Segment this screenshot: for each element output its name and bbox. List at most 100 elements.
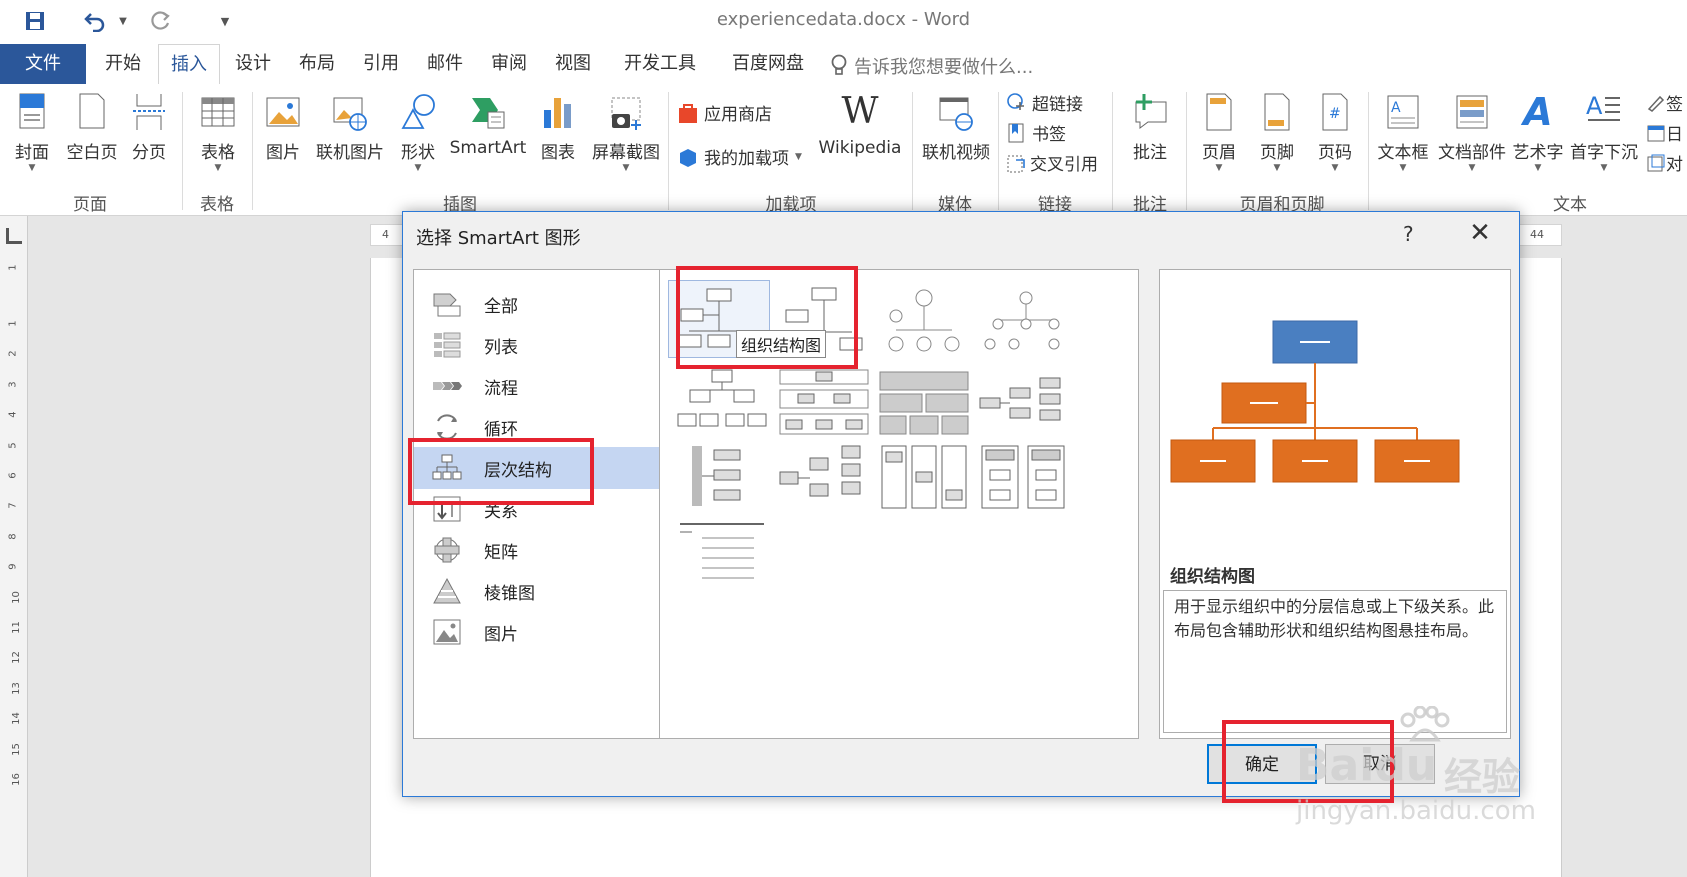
quick-parts-button[interactable]: 文档部件 ▼ bbox=[1436, 92, 1508, 173]
blank-page-button[interactable]: 空白页 bbox=[60, 92, 124, 163]
ruler-number: 5 bbox=[7, 441, 19, 449]
wikipedia-button[interactable]: W Wikipedia bbox=[812, 92, 908, 159]
page-number-button[interactable]: # 页码 ▼ bbox=[1308, 92, 1362, 173]
svg-text:#: # bbox=[1329, 106, 1341, 122]
ruler-number: 11 bbox=[10, 621, 22, 634]
ribbon-separator bbox=[668, 92, 669, 210]
preview-title: 组织结构图 bbox=[1170, 567, 1255, 587]
layout-hierarchy-list[interactable] bbox=[674, 442, 770, 512]
addins-icon bbox=[680, 148, 696, 167]
cycle-icon bbox=[437, 414, 457, 440]
layout-half-circle-org-chart[interactable] bbox=[874, 284, 974, 364]
tab-stop-selector[interactable] bbox=[6, 228, 22, 244]
layout-circle-picture-hierarchy[interactable] bbox=[976, 284, 1076, 364]
ruler-number: 13 bbox=[10, 681, 22, 695]
shapes-button[interactable]: 形状 ▼ bbox=[392, 92, 444, 173]
online-picture-label: 联机图片 bbox=[316, 143, 384, 163]
chevron-down-icon: ▼ bbox=[1331, 163, 1339, 173]
header-button[interactable]: 页眉 ▼ bbox=[1192, 92, 1246, 173]
online-video-button[interactable]: 联机视频 bbox=[916, 92, 996, 163]
cover-page-label: 封面 bbox=[15, 143, 49, 163]
signature-line-button[interactable]: 签 bbox=[1646, 90, 1683, 115]
cover-page-button[interactable]: 封面 ▼ bbox=[8, 92, 56, 173]
close-button[interactable]: ✕ bbox=[1463, 218, 1497, 248]
baidu-watermark: Baidu 经验 jingyan.baidu.com bbox=[1296, 706, 1546, 826]
chevron-down-icon: ▼ bbox=[622, 163, 630, 173]
category-matrix[interactable]: 矩阵 bbox=[414, 529, 661, 571]
layout-lined-list[interactable] bbox=[674, 520, 770, 590]
wordart-button[interactable]: A 艺术字 ▼ bbox=[1508, 92, 1568, 173]
layout-hierarchy[interactable] bbox=[674, 368, 770, 438]
tab-file[interactable]: 文件 bbox=[0, 44, 86, 84]
cross-reference-icon bbox=[1007, 155, 1025, 172]
online-picture-button[interactable]: 联机图片 bbox=[312, 92, 388, 163]
drop-cap-icon: A bbox=[1586, 92, 1620, 121]
all-icon bbox=[433, 293, 461, 317]
page-break-button[interactable]: 分页 bbox=[124, 92, 174, 163]
my-addins-button[interactable]: 我的加载项 ▼ bbox=[676, 144, 802, 169]
ruler-number: 14 bbox=[10, 712, 22, 726]
picture-button[interactable]: 图片 bbox=[258, 92, 308, 163]
chevron-down-icon: ▼ bbox=[1534, 163, 1542, 173]
tab-developer[interactable]: 开发工具 bbox=[610, 44, 710, 84]
comment-button[interactable]: 批注 bbox=[1120, 92, 1180, 163]
architecture-thumbnail-icon bbox=[881, 445, 967, 509]
bookmark-button[interactable]: 书签 bbox=[1006, 120, 1066, 145]
hyperlink-label: 超链接 bbox=[1032, 95, 1083, 115]
calendar-icon bbox=[1647, 125, 1665, 141]
tab-design[interactable]: 设计 bbox=[222, 44, 284, 84]
layout-table-hierarchy[interactable] bbox=[876, 368, 972, 438]
drop-cap-button[interactable]: A 首字下沉 ▼ bbox=[1568, 92, 1640, 173]
category-process[interactable]: 流程 bbox=[414, 365, 661, 407]
layout-horizontal-hierarchy[interactable] bbox=[976, 368, 1072, 438]
ruler-number: 8 bbox=[7, 533, 19, 540]
tab-mailings[interactable]: 邮件 bbox=[414, 44, 476, 84]
tab-review[interactable]: 审阅 bbox=[478, 44, 540, 84]
my-addins-label: 我的加载项 bbox=[704, 149, 789, 169]
comment-icon bbox=[1135, 94, 1167, 129]
lightbulb-icon bbox=[828, 53, 850, 75]
quick-parts-icon bbox=[1456, 95, 1488, 129]
category-picture[interactable]: 图片 bbox=[414, 611, 661, 653]
footer-button[interactable]: 页脚 ▼ bbox=[1250, 92, 1304, 173]
hyperlink-button[interactable]: 超链接 bbox=[1006, 90, 1083, 115]
tab-references[interactable]: 引用 bbox=[350, 44, 412, 84]
layout-table-list[interactable] bbox=[976, 442, 1072, 512]
screenshot-button[interactable]: 屏幕截图 ▼ bbox=[586, 92, 666, 173]
store-button[interactable]: 应用商店 bbox=[676, 100, 772, 125]
bookmark-label: 书签 bbox=[1032, 125, 1066, 145]
svg-text:A: A bbox=[1586, 92, 1603, 120]
smartart-button[interactable]: SmartArt bbox=[446, 92, 530, 158]
layout-horizontal-org-chart[interactable] bbox=[776, 442, 872, 512]
tab-view[interactable]: 视图 bbox=[542, 44, 604, 84]
ruler-number: 9 bbox=[7, 563, 19, 570]
category-label: 图片 bbox=[484, 624, 518, 645]
category-all[interactable]: 全部 bbox=[414, 283, 661, 325]
ruler-number-left: 4 bbox=[382, 228, 389, 241]
object-button[interactable]: 对 bbox=[1646, 150, 1683, 175]
help-button[interactable]: ? bbox=[1403, 222, 1414, 246]
layout-architecture[interactable] bbox=[876, 442, 972, 512]
ribbon-separator bbox=[1186, 92, 1187, 210]
signature-icon bbox=[1647, 95, 1665, 112]
date-time-button[interactable]: 日 bbox=[1646, 120, 1683, 145]
chart-button[interactable]: 图表 bbox=[534, 92, 582, 163]
category-pyramid[interactable]: 棱锥图 bbox=[414, 570, 661, 612]
tab-baidu-netdisk[interactable]: 百度网盘 bbox=[718, 44, 818, 84]
table-button[interactable]: 表格 ▼ bbox=[190, 92, 246, 173]
watermark-bai: Bai bbox=[1296, 740, 1375, 791]
textbox-label: 文本框 bbox=[1377, 143, 1429, 163]
ribbon-separator bbox=[1368, 92, 1369, 210]
layout-labeled-hierarchy[interactable] bbox=[776, 368, 872, 438]
online-picture-icon bbox=[333, 97, 367, 131]
textbox-button[interactable]: A 文本框 ▼ bbox=[1372, 92, 1434, 173]
object-label: 对 bbox=[1666, 155, 1683, 175]
category-list-item[interactable]: 列表 bbox=[414, 324, 661, 366]
tab-layout[interactable]: 布局 bbox=[286, 44, 348, 84]
tell-me-input[interactable]: 告诉我您想要做什么... bbox=[854, 53, 1033, 79]
tab-home[interactable]: 开始 bbox=[88, 44, 158, 84]
ruler-number: 7 bbox=[7, 502, 19, 510]
cross-reference-button[interactable]: 交叉引用 bbox=[1006, 150, 1098, 175]
tab-insert[interactable]: 插入 bbox=[158, 44, 220, 85]
circle-hierarchy-thumbnail-icon bbox=[984, 291, 1060, 350]
